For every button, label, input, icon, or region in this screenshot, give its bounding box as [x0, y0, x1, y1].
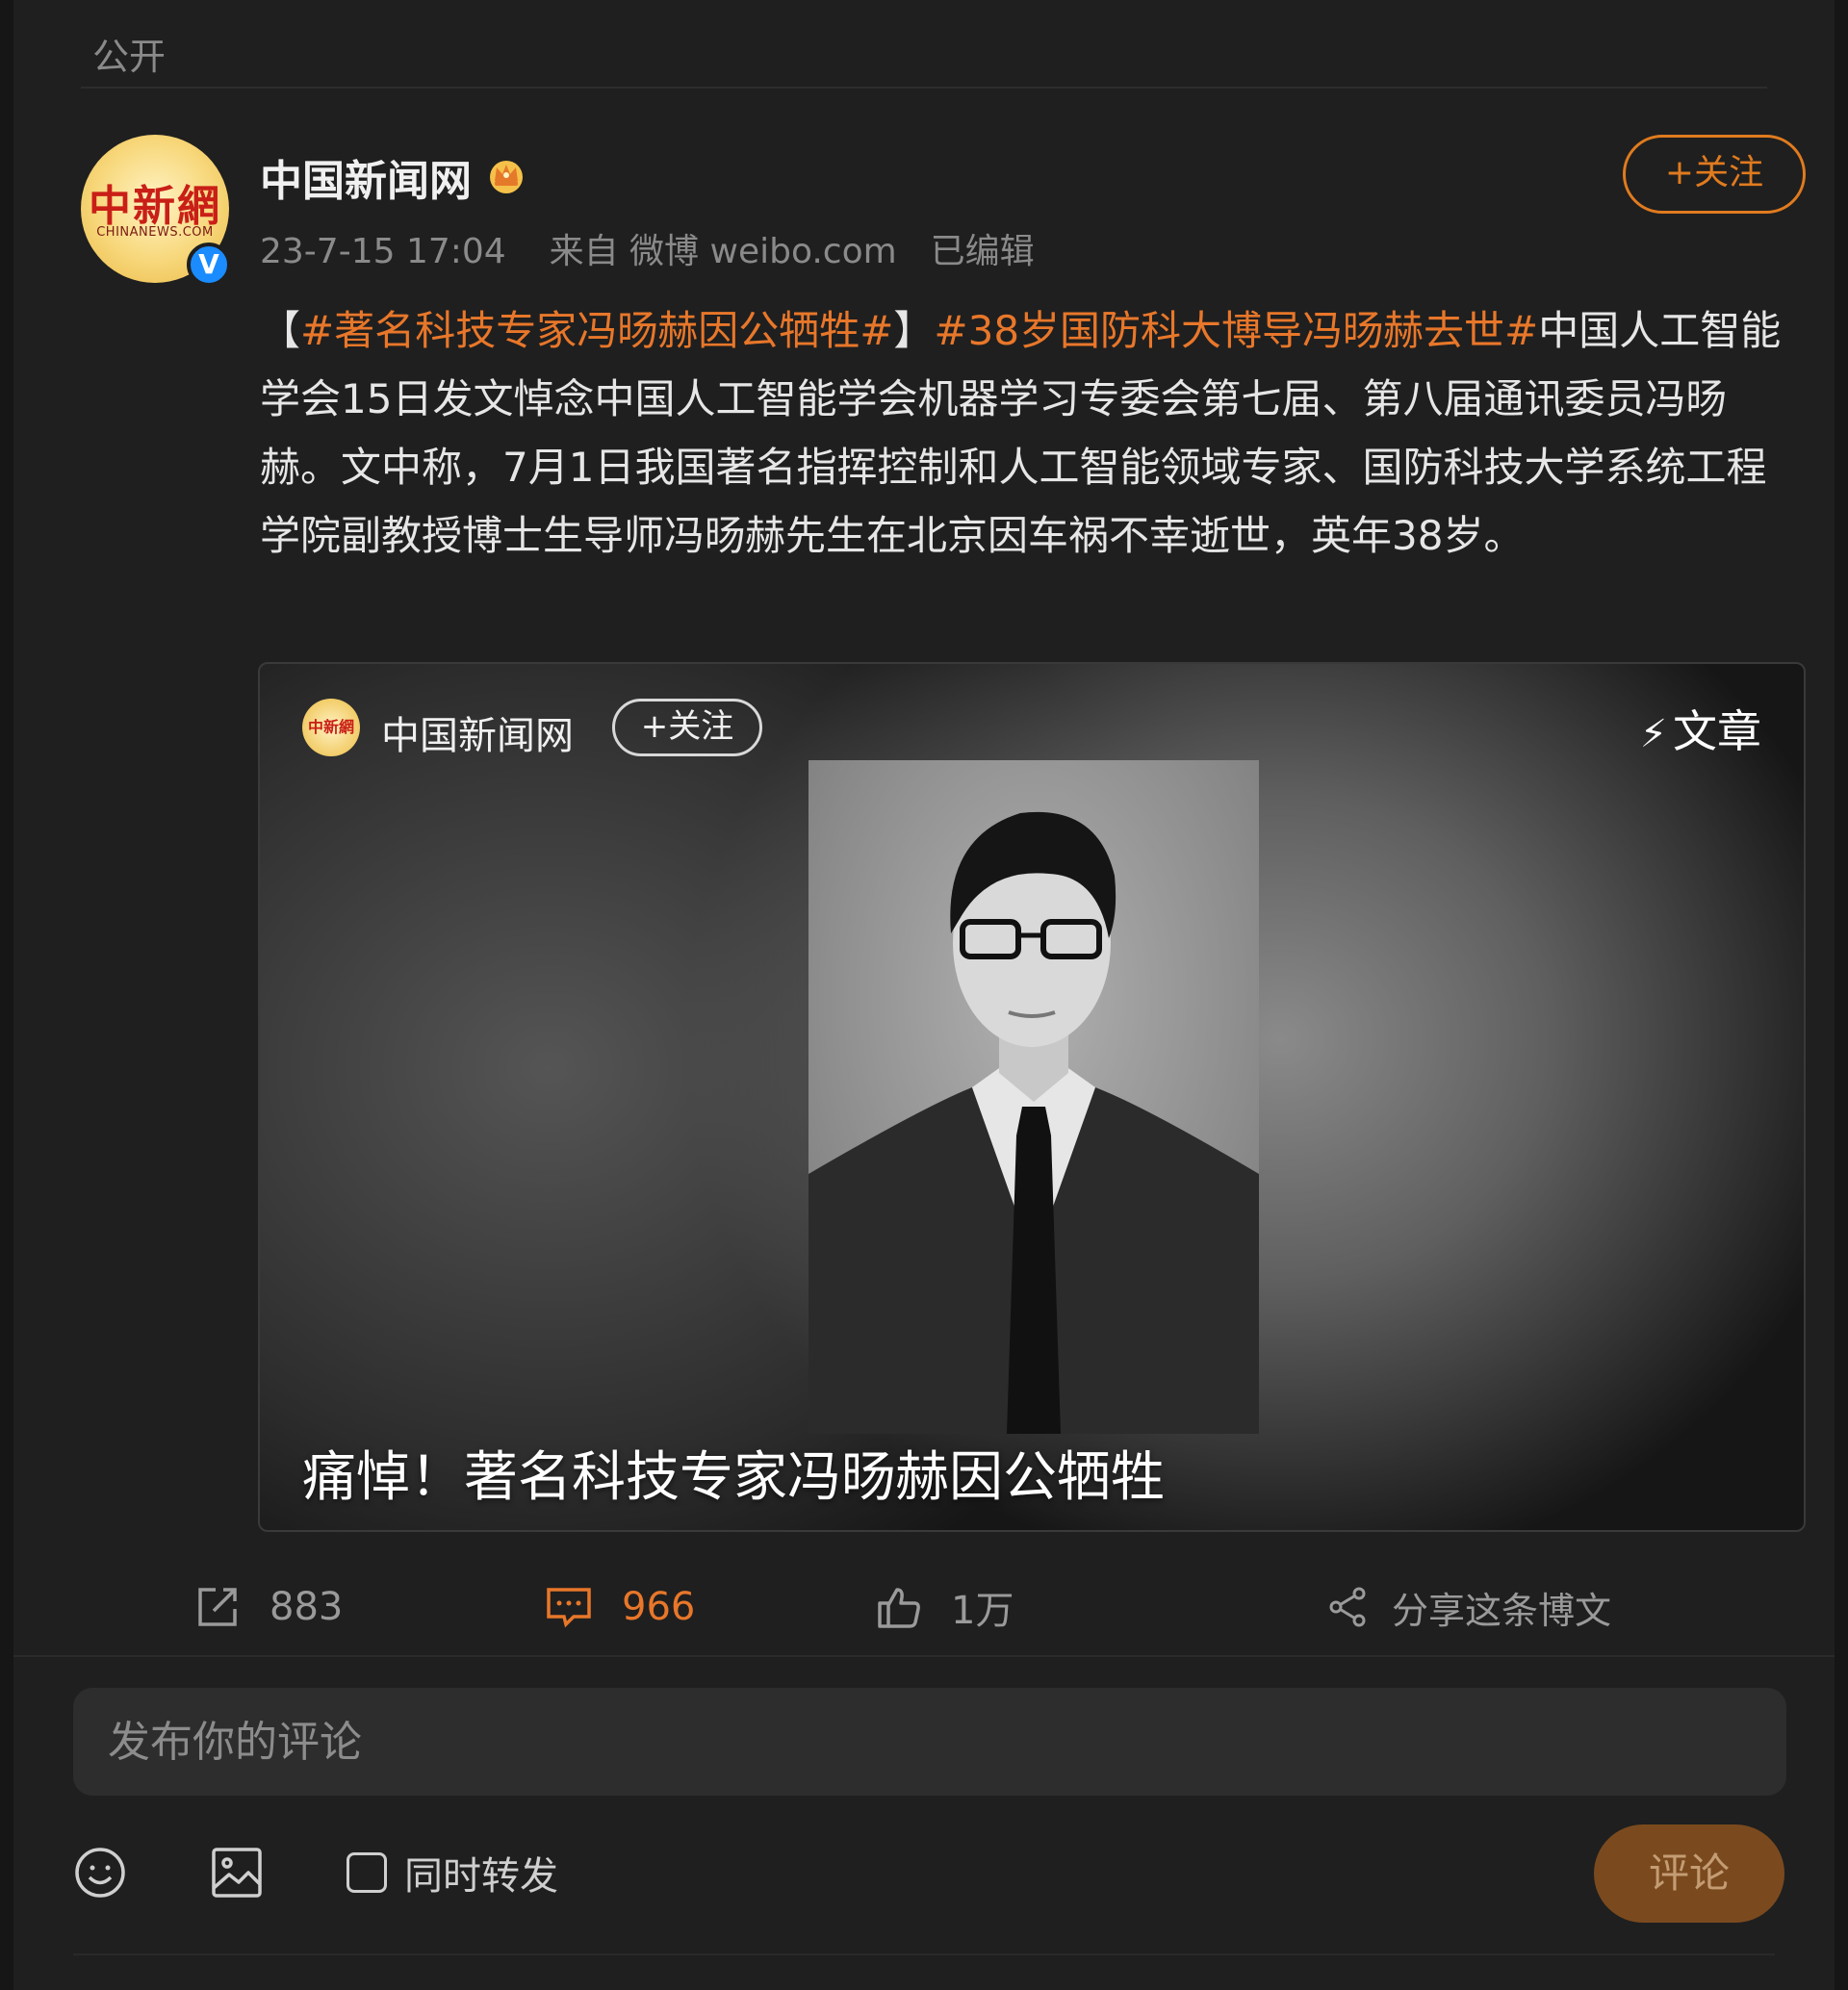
article-follow-button[interactable]: +关注	[612, 699, 762, 756]
hashtag-link-2[interactable]: #38岁国防科大博导冯旸赫去世#	[934, 307, 1538, 354]
bracket-close: 】	[893, 307, 935, 354]
article-type-label: ⚡ 文章	[1640, 697, 1761, 760]
like-button[interactable]: 1万	[876, 1569, 1014, 1646]
avatar-logo-subtext: CHINANEWS.COM	[96, 225, 214, 240]
emoji-button[interactable]	[73, 1846, 127, 1900]
article-type-text: 文章	[1673, 705, 1761, 757]
post-text: 【#著名科技专家冯旸赫因公牺牲#】#38岁国防科大博导冯旸赫去世#中国人工智能学…	[260, 296, 1800, 570]
share-button[interactable]: 分享这条博文	[1326, 1569, 1611, 1646]
share-label: 分享这条博文	[1392, 1589, 1612, 1632]
smiley-icon	[75, 1848, 125, 1898]
submit-comment-button[interactable]: 评论	[1594, 1824, 1784, 1923]
author-name[interactable]: 中国新闻网	[260, 146, 472, 208]
bolt-icon: ⚡	[1639, 712, 1667, 756]
portrait-photo	[808, 760, 1259, 1434]
comment-count: 966	[622, 1585, 696, 1629]
comment-button[interactable]: 966	[545, 1569, 695, 1646]
comment-input[interactable]	[73, 1688, 1786, 1796]
follow-button[interactable]: +关注	[1623, 135, 1806, 214]
forward-count: 883	[270, 1585, 344, 1629]
divider	[73, 1953, 1775, 1955]
repost-checkbox[interactable]: 同时转发	[346, 1846, 558, 1900]
comment-icon	[547, 1588, 591, 1628]
forward-icon	[198, 1588, 237, 1626]
visibility-label: 公开	[92, 36, 167, 78]
article-author-name[interactable]: 中国新闻网	[381, 704, 574, 760]
weibo-post-card: 公开 中新網 CHINANEWS.COM V 中国新闻网 23-7-15 17:…	[13, 0, 1835, 1990]
post-meta: 23-7-15 17:04 来自 微博 weibo.com 已编辑	[260, 223, 1035, 273]
image-upload-button[interactable]	[210, 1846, 264, 1900]
divider	[81, 87, 1767, 89]
bracket-open: 【	[260, 307, 301, 354]
like-count: 1万	[951, 1589, 1014, 1633]
repost-label: 同时转发	[404, 1854, 558, 1899]
article-card[interactable]: 中新網 中国新闻网 +关注 ⚡ 文章 痛悼！著名科技专家冯旸赫因公牺牲	[258, 662, 1806, 1532]
forward-button[interactable]: 883	[194, 1569, 343, 1646]
checkbox[interactable]	[346, 1852, 387, 1893]
avatar-logo-text: 中新網	[89, 182, 221, 231]
crown-icon	[490, 161, 523, 193]
image-icon	[212, 1848, 262, 1898]
article-author-avatar[interactable]: 中新網	[302, 699, 360, 756]
share-icon	[1329, 1587, 1366, 1627]
hashtag-link-1[interactable]: #著名科技专家冯旸赫因公牺牲#	[300, 307, 893, 354]
verified-v-icon: V	[187, 242, 231, 287]
thumbs-up-icon	[878, 1588, 920, 1628]
divider	[13, 1655, 1835, 1657]
post-source: 来自 微博 weibo.com	[549, 232, 897, 271]
article-title[interactable]: 痛悼！著名科技专家冯旸赫因公牺牲	[302, 1434, 1165, 1512]
post-timestamp[interactable]: 23-7-15 17:04	[260, 232, 506, 271]
edited-label[interactable]: 已编辑	[931, 232, 1035, 271]
action-bar: 883 966 1万 分享这条博文	[13, 1569, 1835, 1646]
